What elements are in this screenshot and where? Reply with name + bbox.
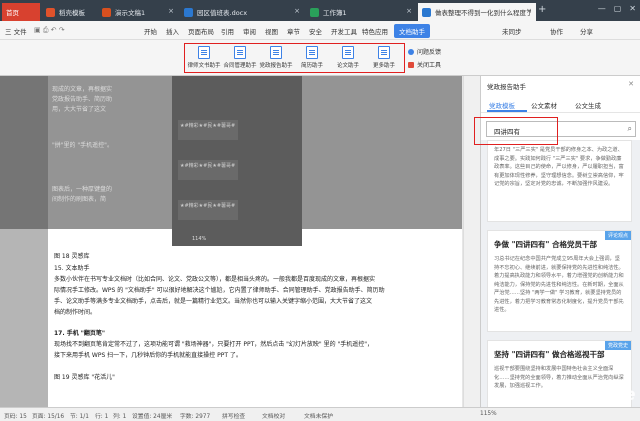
menu-item-layout[interactable]: 页面布局 <box>188 26 214 36</box>
tab-workbook[interactable]: 工作簿1 × <box>306 3 416 21</box>
menu-item-review[interactable]: 审阅 <box>243 26 256 36</box>
feedback-icon <box>408 48 414 55</box>
card-badge: 评论观点 <box>604 231 631 240</box>
paragraph-line: 接下来用手机 WPS 扫一下，几秒钟后你的手机就能直接操控 PPT 了。 <box>54 352 242 359</box>
file-menu[interactable]: 三 文件 <box>5 26 27 36</box>
close-icon[interactable]: × <box>406 7 412 15</box>
menu-item-doc-assistant[interactable]: 文档助手 <box>394 24 430 38</box>
contract-assistant-button[interactable]: 合同管理助手 <box>223 46 257 69</box>
tab-current-doc[interactable]: 做表整理不得到一化到什么程度了 × <box>418 3 536 21</box>
ribbon: 律师文书助手 合同管理助手 党政报告助手 简历助手 论文助手 更多助手 问题反馈… <box>0 40 640 76</box>
party-report-icon <box>270 46 282 59</box>
tab-bar: 首页 稻壳模板 演示文稿1 × 园区值班表.docx × 工作簿1 × 做表整理不得到… <box>0 0 640 21</box>
feedback-button[interactable]: 问题反馈 <box>408 47 441 56</box>
minimize-icon[interactable]: — <box>598 4 606 13</box>
section-heading: 17. 手机 "翻页笔" <box>54 330 106 337</box>
search-icon[interactable]: ⌕ <box>628 124 632 134</box>
menu-item-references[interactable]: 引用 <box>221 26 234 36</box>
panel-close-icon[interactable]: ✕ <box>628 80 634 88</box>
zoom-level[interactable]: 115% <box>480 411 497 417</box>
menu-bar: 三 文件 ▣ ⎙ ↶ ↷ 开始 插入 页面布局 引用 审阅 视图 章节 安全 开… <box>0 21 640 40</box>
contract-icon <box>234 46 246 59</box>
tab-official-materials[interactable]: 公文素材 <box>531 100 557 110</box>
tab-docer[interactable]: 稻壳模板 <box>42 3 96 21</box>
spellcheck-toggle[interactable]: 拼写检查 <box>222 411 245 420</box>
spreadsheet-icon <box>310 7 319 17</box>
watermark: PConline <box>547 385 636 405</box>
result-list: 年27日 "三严三实" 是党员干部的修身之本、为政之道、成事之要。实践如何践行 … <box>481 140 640 407</box>
tab-presentation[interactable]: 演示文稿1 × <box>98 3 178 21</box>
presentation-icon <box>102 7 111 17</box>
collaborate-button[interactable]: 协作 <box>550 26 563 36</box>
close-icon[interactable]: × <box>168 7 174 15</box>
menu-item-view[interactable]: 视图 <box>265 26 278 36</box>
protection-status[interactable]: 文档未保护 <box>304 411 333 420</box>
new-tab-icon[interactable]: + <box>538 4 546 15</box>
paragraph-line: 多数小伙伴在书写专业文档时（比如合同、论文、党政公文等），都是相当头疼的。一般我… <box>54 276 376 283</box>
paragraph-line: 际情况手工修改。WPS 的 "文档助手" 可以很好地解决这个尴尬，它内置了律师助… <box>54 287 385 294</box>
figure-zoom: 114% <box>192 236 207 242</box>
thesis-assistant-button[interactable]: 论文助手 <box>331 46 365 69</box>
save-icon[interactable]: ▣ ⎙ ↶ ↷ <box>34 26 65 35</box>
menu-item-security[interactable]: 安全 <box>309 26 322 36</box>
maximize-icon[interactable]: ▢ <box>614 4 622 13</box>
resume-assistant-button[interactable]: 简历助手 <box>295 46 329 69</box>
more-assistants-icon <box>378 46 390 59</box>
word-doc-icon <box>422 7 431 17</box>
more-assistants-button[interactable]: 更多助手 <box>367 46 401 69</box>
section-heading: 15. 文本助手 <box>54 265 90 272</box>
menu-item-section[interactable]: 章节 <box>287 26 300 36</box>
tab-party-templates[interactable]: 党政模板 <box>489 100 515 110</box>
paragraph-line: 档的制作时间。 <box>54 309 97 316</box>
close-icon[interactable]: × <box>294 7 300 15</box>
result-card[interactable]: 评论观点 争做 "四讲四有" 合格党员干部 习总书记在纪念中国共产党成立95周年… <box>487 230 632 332</box>
figure-caption: 图 19 灵感库 "花活儿" <box>54 374 115 381</box>
proofread-toggle[interactable]: 文档校对 <box>262 411 285 420</box>
close-icon[interactable]: × <box>526 7 532 15</box>
card-badge: 党政党史 <box>604 341 631 350</box>
unsynced-status[interactable]: 未同步 <box>502 26 522 36</box>
tab-duty-roster[interactable]: 园区值班表.docx × <box>180 3 304 21</box>
menu-item-insert[interactable]: 插入 <box>166 26 179 36</box>
assistant-tool-group: 律师文书助手 合同管理助手 党政报告助手 简历助手 论文助手 更多助手 <box>184 43 405 73</box>
lawyer-doc-assistant-button[interactable]: 律师文书助手 <box>187 46 221 69</box>
document-figure: ★#精彩★#民★#薯哥# ★#精彩★#民★#薯哥# ★#精彩★#民★#薯哥# 1… <box>172 76 302 246</box>
tab-divider <box>481 112 640 113</box>
party-report-assistant-button[interactable]: 党政报告助手 <box>259 46 293 69</box>
figure-caption: 图 18 灵感库 <box>54 253 90 260</box>
resume-icon <box>306 46 318 59</box>
tab-home[interactable]: 首页 <box>2 3 40 21</box>
word-doc-icon <box>184 7 193 17</box>
menu-item-features[interactable]: 特色应用 <box>362 26 388 36</box>
paragraph-line: 手、论文助手等满多专业文档助手，点击后，就是一篇精行业范文。当然你也可以输入关键… <box>54 298 373 305</box>
result-card[interactable]: 年27日 "三严三实" 是党员干部的修身之本、为政之道、成事之要。实践如何践行 … <box>487 140 632 222</box>
lawyer-doc-icon <box>198 46 210 59</box>
thesis-icon <box>342 46 354 59</box>
panel-title: 党政报告助手 <box>487 83 526 91</box>
window-controls: — ▢ ✕ <box>598 4 636 13</box>
menu-item-start[interactable]: 开始 <box>144 26 157 36</box>
share-button[interactable]: 分享 <box>580 26 593 36</box>
watermark-logo-icon <box>524 390 537 403</box>
close-window-icon[interactable]: ✕ <box>629 4 636 13</box>
menu-item-devtools[interactable]: 开发工具 <box>331 26 357 36</box>
card-title: 坚持 "四讲四有" 做合格巡视干部 <box>494 350 605 359</box>
status-bar: 页码: 15 页面: 15/16 节: 1/1 行: 1 列: 1 设置值: 2… <box>0 407 640 421</box>
tab-official-generation[interactable]: 公文生成 <box>575 100 601 110</box>
close-tool-button[interactable]: 关闭工具 <box>408 60 441 69</box>
docer-icon <box>46 7 55 17</box>
search-highlight-box <box>474 117 558 145</box>
card-title: 争做 "四讲四有" 合格党员干部 <box>494 240 598 249</box>
paragraph-line: 现场找不到翻页笔肯定常不过了，这项功能可谓 "救场神器"，只要打开 PPT，然后… <box>54 341 373 348</box>
close-tool-icon <box>408 61 414 68</box>
